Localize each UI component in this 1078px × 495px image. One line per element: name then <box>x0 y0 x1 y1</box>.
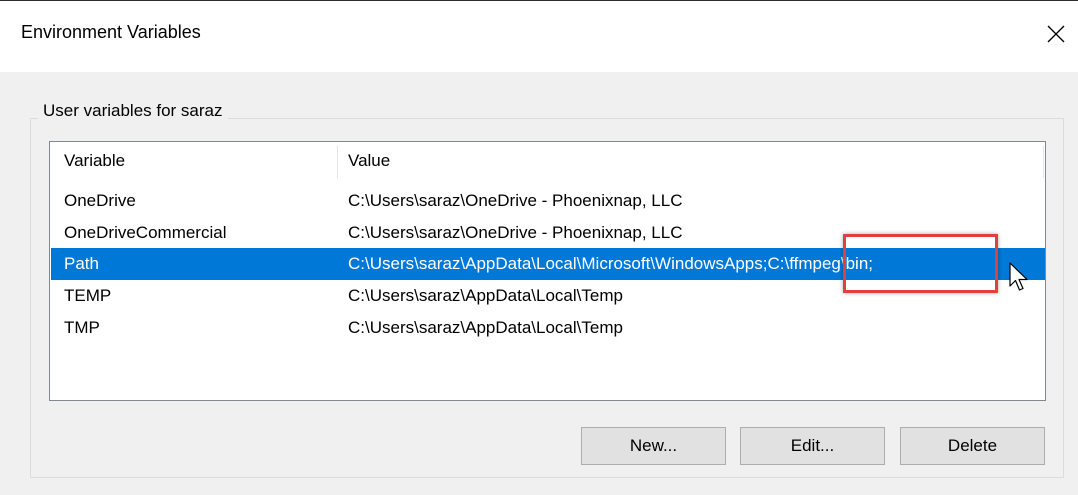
table-row[interactable]: OneDriveCommercial C:\Users\saraz\OneDri… <box>51 217 1045 249</box>
column-divider[interactable] <box>337 146 338 178</box>
variable-cell: OneDrive <box>64 191 136 210</box>
group-label: User variables for saraz <box>38 101 228 121</box>
table-row[interactable]: OneDrive C:\Users\saraz\OneDrive - Phoen… <box>51 185 1045 217</box>
value-cell: C:\Users\saraz\OneDrive - Phoenixnap, LL… <box>348 223 683 242</box>
table-row[interactable]: TMP C:\Users\saraz\AppData\Local\Temp <box>51 312 1045 344</box>
column-header-value[interactable]: Value <box>348 142 1028 180</box>
table-row-selected[interactable]: Path C:\Users\saraz\AppData\Local\Micros… <box>51 248 1045 280</box>
window-top-border <box>0 0 1078 1</box>
value-cell: C:\Users\saraz\AppData\Local\Temp <box>348 318 623 337</box>
column-header-variable[interactable]: Variable <box>64 142 334 180</box>
environment-variables-dialog: Environment Variables User variables for… <box>0 0 1078 495</box>
delete-button[interactable]: Delete <box>900 427 1045 465</box>
close-icon <box>1047 25 1065 43</box>
dialog-title: Environment Variables <box>21 22 201 42</box>
table-row[interactable]: TEMP C:\Users\saraz\AppData\Local\Temp <box>51 280 1045 312</box>
variables-list[interactable]: Variable Value OneDrive C:\Users\saraz\O… <box>49 141 1046 401</box>
value-cell: C:\Users\saraz\AppData\Local\Microsoft\W… <box>348 254 874 273</box>
variable-cell: TMP <box>64 318 100 337</box>
variable-cell: OneDriveCommercial <box>64 223 227 242</box>
column-divider[interactable] <box>1043 146 1044 178</box>
variable-cell: TEMP <box>64 286 112 305</box>
value-cell: C:\Users\saraz\OneDrive - Phoenixnap, LL… <box>348 191 683 210</box>
value-cell: C:\Users\saraz\AppData\Local\Temp <box>348 286 623 305</box>
new-button[interactable]: New... <box>581 427 726 465</box>
edit-button[interactable]: Edit... <box>740 427 885 465</box>
list-header: Variable Value <box>50 142 1045 180</box>
variable-cell: Path <box>64 254 99 273</box>
close-button[interactable] <box>1036 14 1076 54</box>
